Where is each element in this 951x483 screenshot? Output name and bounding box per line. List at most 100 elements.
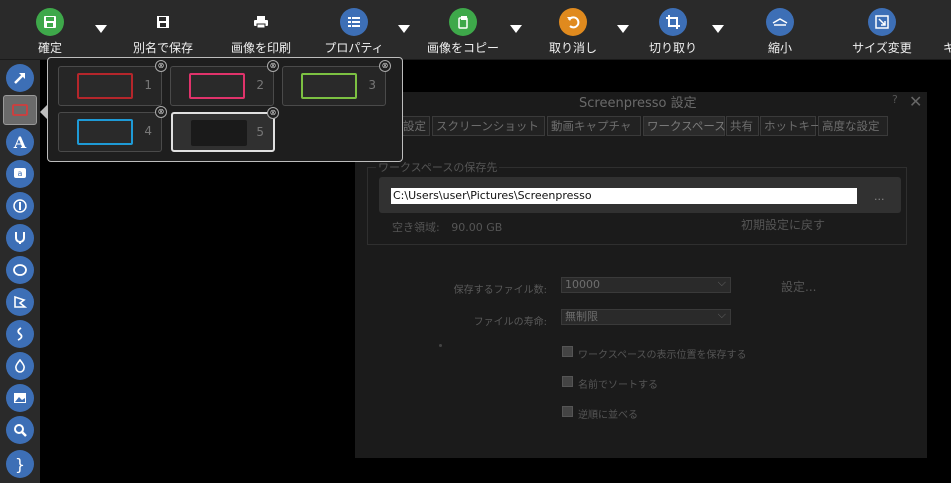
reverse-order-checkbox[interactable] bbox=[562, 406, 573, 417]
squiggle-icon bbox=[17, 327, 23, 341]
tab-video-capture[interactable]: 動画キャプチャ bbox=[547, 116, 641, 136]
style-swatch-1[interactable]: 1 ⊗ bbox=[58, 60, 167, 106]
copy-image-button[interactable]: 画像をコピー bbox=[427, 0, 499, 60]
lifetime-select[interactable]: 無制限 bbox=[561, 308, 731, 325]
step-icon bbox=[13, 199, 27, 213]
free-space: 空き領域: 90.00 GB bbox=[392, 219, 502, 235]
delete-style-icon[interactable]: ⊗ bbox=[155, 106, 167, 118]
brace-icon: } bbox=[14, 454, 26, 474]
crop-label: 切り取り bbox=[649, 41, 698, 55]
free-space-label: 空き領域: bbox=[392, 221, 440, 234]
workspace-path-field[interactable]: C:\Users\user\Pictures\Screenpresso bbox=[391, 188, 857, 204]
print-button[interactable]: 画像を印刷 bbox=[228, 0, 294, 60]
free-space-value: 90.00 GB bbox=[451, 221, 503, 234]
magnet-icon bbox=[15, 232, 25, 244]
style-swatch-2[interactable]: 2 ⊗ bbox=[170, 60, 279, 106]
browse-button[interactable]: ... bbox=[874, 190, 885, 203]
tab-settings[interactable]: 設定 bbox=[399, 116, 430, 136]
properties-dropdown-arrow[interactable] bbox=[398, 25, 410, 33]
swatch-number: 2 bbox=[256, 78, 264, 92]
undo-icon bbox=[559, 8, 587, 36]
settings-link[interactable]: 設定... bbox=[781, 278, 816, 295]
style-swatch-3[interactable]: 3 ⊗ bbox=[282, 60, 391, 106]
ellipse-icon bbox=[13, 264, 27, 276]
swatch-number: 3 bbox=[368, 78, 376, 92]
resize-label: サイズ変更 bbox=[852, 41, 912, 55]
image-tool[interactable] bbox=[6, 384, 34, 412]
zoom-tool[interactable] bbox=[6, 416, 34, 444]
swatch-number: 5 bbox=[256, 125, 264, 139]
blur-tool[interactable] bbox=[6, 352, 34, 380]
text-tool[interactable]: A bbox=[6, 128, 34, 156]
resize-icon bbox=[868, 8, 896, 36]
freehand-tool[interactable] bbox=[6, 320, 34, 348]
svg-text:a: a bbox=[18, 169, 23, 178]
main-toolbar: 確定 別名で保存 画像を印刷 プロパティ 画像をコピー 取り消し 切り取り 縮小… bbox=[0, 0, 951, 60]
save-position-label: ワークスペースの表示位置を保存する bbox=[578, 350, 747, 361]
shrink-button[interactable]: 縮小 bbox=[762, 0, 798, 60]
swatch-preview bbox=[77, 73, 133, 99]
settings-dialog: Screenpresso 設定 ? ✕ 設定 スクリーンショット 動画キャプチャ… bbox=[355, 92, 927, 458]
resize-button[interactable]: サイズ変更 bbox=[850, 0, 914, 60]
undo-dropdown-arrow[interactable] bbox=[617, 25, 629, 33]
list-icon bbox=[340, 8, 368, 36]
tab-hotkeys[interactable]: ホットキー bbox=[760, 116, 822, 136]
callout-tool[interactable]: a bbox=[6, 160, 34, 188]
tab-screenshot[interactable]: スクリーンショット bbox=[432, 116, 545, 136]
style-swatch-4[interactable]: 4 ⊗ bbox=[58, 106, 167, 152]
confirm-dropdown-arrow[interactable] bbox=[95, 25, 107, 33]
shrink-icon bbox=[766, 8, 794, 36]
save-position-checkbox[interactable] bbox=[562, 346, 573, 357]
delete-style-icon[interactable]: ⊗ bbox=[267, 60, 279, 72]
restore-default-link[interactable]: 初期設定に戻す bbox=[741, 216, 825, 233]
delete-style-icon[interactable]: ⊗ bbox=[155, 60, 167, 72]
rectangle-icon bbox=[12, 104, 28, 116]
swatch-preview bbox=[77, 119, 133, 145]
max-files-label: 保存するファイル数: bbox=[453, 285, 547, 296]
printer-icon bbox=[247, 8, 275, 36]
tab-share[interactable]: 共有 bbox=[726, 116, 759, 136]
text-a-icon: A bbox=[13, 132, 27, 152]
lifetime-label: ファイルの寿命: bbox=[473, 317, 547, 328]
arrow-icon bbox=[14, 73, 25, 84]
delete-style-icon[interactable]: ⊗ bbox=[379, 60, 391, 72]
ellipse-tool[interactable] bbox=[6, 256, 34, 284]
swatch-preview bbox=[301, 73, 357, 99]
polygon-tool[interactable] bbox=[6, 288, 34, 316]
copy-dropdown-arrow[interactable] bbox=[510, 25, 522, 33]
delete-style-icon[interactable]: ⊗ bbox=[267, 107, 279, 119]
close-icon[interactable]: ✕ bbox=[909, 92, 922, 111]
crop-button[interactable]: 切り取り bbox=[649, 0, 698, 60]
callout-icon: a bbox=[14, 168, 26, 178]
properties-button[interactable]: プロパティ bbox=[324, 0, 384, 60]
save-as-button[interactable]: 別名で保存 bbox=[130, 0, 196, 60]
tab-advanced[interactable]: 高度な設定 bbox=[818, 116, 888, 136]
step-number-tool[interactable] bbox=[6, 192, 34, 220]
help-icon[interactable]: ? bbox=[892, 93, 898, 106]
status-dot bbox=[439, 344, 442, 347]
magnet-tool[interactable] bbox=[6, 224, 34, 252]
properties-label: プロパティ bbox=[324, 41, 384, 55]
crop-dropdown-arrow[interactable] bbox=[712, 25, 724, 33]
shrink-label: 縮小 bbox=[767, 41, 792, 55]
brace-tool[interactable]: } bbox=[6, 450, 34, 478]
swatch-number: 1 bbox=[144, 78, 152, 92]
undo-label: 取り消し bbox=[549, 41, 598, 55]
rectangle-tool[interactable] bbox=[3, 95, 37, 125]
overflow-button[interactable]: キ bbox=[943, 0, 951, 60]
arrow-tool[interactable] bbox=[6, 64, 34, 92]
save-icon bbox=[36, 8, 64, 36]
confirm-button[interactable]: 確定 bbox=[26, 0, 74, 60]
sort-by-name-label: 名前でソートする bbox=[578, 380, 658, 391]
polygon-icon bbox=[14, 295, 27, 308]
crop-icon bbox=[659, 8, 687, 36]
rectangle-style-palette: 1 ⊗ 2 ⊗ 3 ⊗ 4 ⊗ 5 ⊗ bbox=[40, 57, 403, 162]
max-files-select[interactable]: 10000 bbox=[561, 276, 731, 293]
swatch-number: 4 bbox=[144, 124, 152, 138]
print-label: 画像を印刷 bbox=[230, 41, 291, 55]
picture-icon bbox=[14, 393, 26, 403]
tab-workspace[interactable]: ワークスペース bbox=[643, 116, 726, 136]
style-swatch-5[interactable]: 5 ⊗ bbox=[171, 107, 279, 152]
sort-by-name-checkbox[interactable] bbox=[562, 376, 573, 387]
undo-button[interactable]: 取り消し bbox=[549, 0, 598, 60]
